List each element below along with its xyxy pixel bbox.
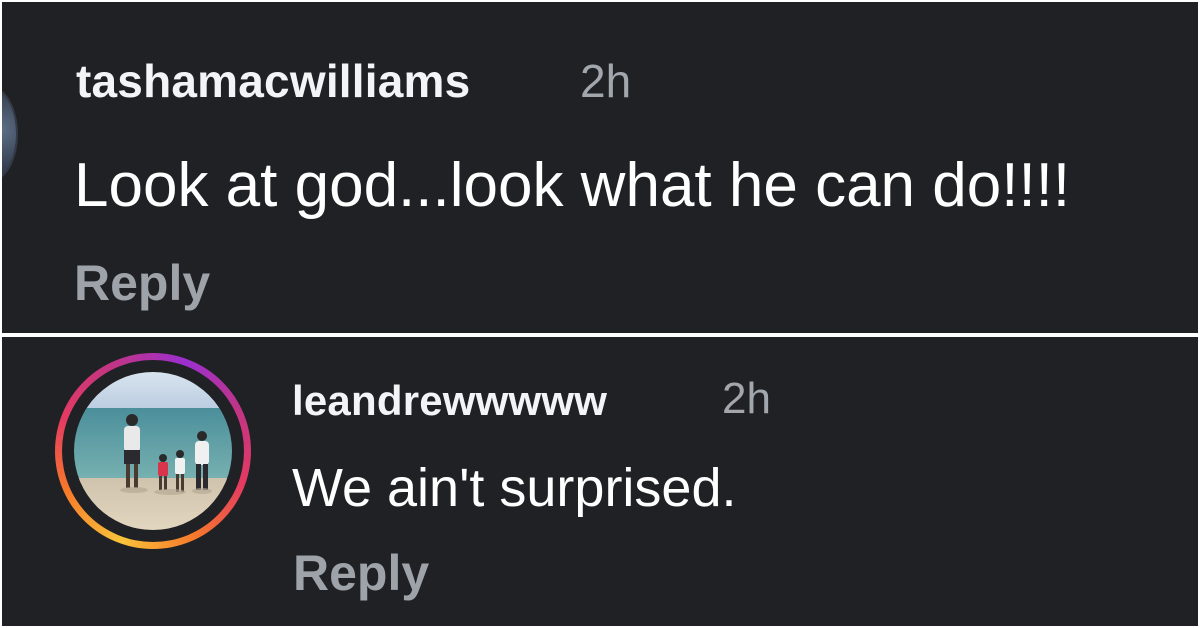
comment-item-1: tashamacwilliams 2h Look at god...look w… — [2, 2, 1198, 333]
reply-button[interactable]: Reply — [293, 544, 429, 602]
story-ring[interactable] — [55, 353, 251, 549]
comment-item-2: leandrewwwww 2h We ain't surprised. Repl… — [2, 337, 1198, 626]
timestamp: 2h — [722, 374, 771, 423]
comment-text: We ain't surprised. — [292, 458, 737, 518]
avatar — [74, 372, 232, 530]
username[interactable]: leandrewwwww — [292, 377, 607, 425]
timestamp: 2h — [580, 55, 632, 107]
username[interactable]: tashamacwilliams — [76, 54, 470, 108]
reply-button[interactable]: Reply — [74, 254, 210, 312]
comment-text: Look at god...look what he can do!!!! — [74, 151, 1071, 220]
avatar-photo — [74, 372, 232, 530]
avatar[interactable] — [2, 88, 16, 180]
